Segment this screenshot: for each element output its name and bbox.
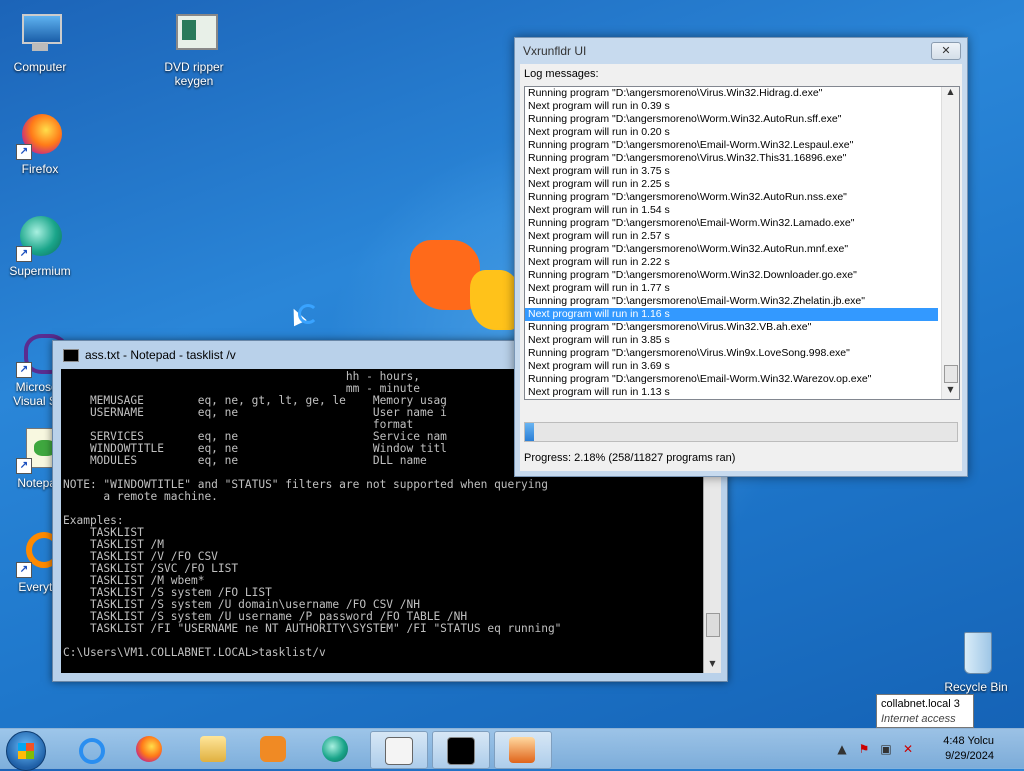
log-entry[interactable]: Running program "D:\angersmoreno\Email-W… — [525, 139, 938, 152]
clock[interactable]: 4:48 Yolcu 9/29/2024 — [943, 734, 994, 764]
desktop-icon-computer[interactable]: Computer — [2, 10, 78, 74]
log-entry[interactable]: Running program "D:\angersmoreno\Virus.W… — [525, 347, 938, 360]
taskbar-notepad[interactable] — [370, 731, 428, 769]
recycle-bin-icon — [952, 630, 1000, 678]
clock-time: 4:48 Yolcu — [943, 735, 994, 747]
console-line: TASKLIST /FI "USERNAME ne NT AUTHORITY\S… — [63, 622, 562, 635]
supermium-icon — [322, 736, 348, 762]
log-listbox[interactable]: Running program "D:\angersmoreno\Virus.W… — [524, 86, 960, 400]
log-entry[interactable]: Running program "D:\angersmoreno\Worm.Wi… — [525, 191, 938, 204]
log-entry[interactable]: Next program will run in 2.22 s — [525, 256, 938, 269]
taskbar-internet-explorer[interactable] — [62, 731, 118, 767]
console-line: C:\Users\VM1.COLLABNET.LOCAL>tasklist/v — [63, 646, 326, 659]
taskbar-file-explorer[interactable] — [186, 731, 242, 767]
vx-window-title: Vxrunfldr UI — [523, 44, 587, 58]
log-entry[interactable]: Running program "D:\angersmoreno\Worm.Wi… — [525, 243, 938, 256]
vxrunfldr-icon — [509, 737, 535, 763]
start-button[interactable] — [6, 731, 46, 771]
log-entry[interactable]: Running program "D:\angersmoreno\Worm.Wi… — [525, 113, 938, 126]
progress-fill — [525, 423, 535, 441]
network-tooltip: collabnet.local 3 Internet access — [876, 694, 974, 728]
taskbar-command-prompt[interactable] — [432, 731, 490, 769]
console-line: Examples: — [63, 514, 124, 527]
taskbar-supermium[interactable] — [308, 731, 364, 767]
console-icon — [447, 737, 475, 765]
firefox-icon: ↗ — [16, 112, 64, 160]
log-entry[interactable]: Next program will run in 2.25 s — [525, 178, 938, 191]
vxrunfldr-window[interactable]: Vxrunfldr UI ✕ Log messages: Running pro… — [514, 37, 968, 477]
desktop-icon-supermium[interactable]: ↗ Supermium — [2, 214, 78, 278]
tooltip-subtitle: Internet access — [881, 713, 956, 725]
tooltip-title: collabnet.local 3 — [881, 698, 960, 710]
log-vertical-scrollbar[interactable]: ▲ ▼ — [941, 87, 959, 399]
log-entry[interactable]: Next program will run in 1.13 s — [525, 386, 938, 399]
desktop-icon-dvd-ripper-keygen[interactable]: DVD ripper keygen — [156, 10, 232, 88]
firefox-icon — [136, 736, 162, 762]
log-entry[interactable]: Next program will run in 1.16 s — [525, 308, 938, 321]
log-entry[interactable]: Next program will run in 1.77 s — [525, 282, 938, 295]
taskbar-firefox[interactable] — [122, 731, 178, 767]
volume-muted-icon[interactable]: ✕ — [900, 741, 916, 757]
action-center-icon[interactable]: ⚑ — [856, 741, 872, 757]
console-line: a remote machine. — [63, 490, 218, 503]
desktop-icon-recycle-bin[interactable]: Recycle Bin — [938, 630, 1014, 694]
taskbar-media-player[interactable] — [246, 731, 302, 767]
internet-explorer-icon — [79, 738, 105, 764]
shortcut-arrow-icon: ↗ — [16, 458, 32, 474]
log-rows: Running program "D:\angersmoreno\Virus.W… — [525, 87, 959, 399]
log-entry[interactable]: Next program will run in 0.39 s — [525, 100, 938, 113]
shortcut-arrow-icon: ↗ — [16, 562, 32, 578]
scroll-down-icon[interactable]: ▼ — [704, 659, 721, 673]
scroll-thumb[interactable] — [944, 365, 958, 383]
log-label: Log messages: — [524, 68, 599, 80]
show-hidden-icons-icon[interactable]: ▲ — [834, 741, 850, 757]
shortcut-arrow-icon: ↗ — [16, 246, 32, 262]
log-entry[interactable]: Next program will run in 0.20 s — [525, 126, 938, 139]
network-icon[interactable]: ▣ — [878, 741, 894, 757]
log-entry[interactable]: Next program will run in 2.57 s — [525, 230, 938, 243]
scroll-thumb[interactable] — [706, 613, 720, 637]
computer-icon — [16, 10, 64, 58]
vx-title-bar[interactable]: Vxrunfldr UI — [515, 38, 967, 64]
log-entry[interactable]: Next program will run in 1.54 s — [525, 204, 938, 217]
progress-bar — [524, 422, 958, 442]
supermium-icon: ↗ — [16, 214, 64, 262]
vx-client-area: Log messages: Running program "D:\angers… — [520, 64, 962, 471]
log-entry[interactable]: Next program will run in 3.69 s — [525, 360, 938, 373]
log-entry[interactable]: Running program "D:\angersmoreno\Virus.W… — [525, 152, 938, 165]
taskbar-vxrunfldr[interactable] — [494, 731, 552, 769]
desktop-icon-firefox[interactable]: ↗ Firefox — [2, 112, 78, 176]
media-player-icon — [260, 736, 286, 762]
log-entry[interactable]: Next program will run in 3.75 s — [525, 165, 938, 178]
log-entry[interactable]: Running program "D:\angersmoreno\Virus.W… — [525, 87, 938, 100]
log-entry[interactable]: Running program "D:\angersmoreno\Email-W… — [525, 295, 938, 308]
busy-spinner-icon — [298, 304, 318, 324]
console-icon — [63, 348, 79, 362]
log-entry[interactable]: Running program "D:\angersmoreno\Virus.W… — [525, 321, 938, 334]
scroll-up-icon[interactable]: ▲ — [942, 87, 959, 101]
log-entry[interactable]: Running program "D:\angersmoreno\Worm.Wi… — [525, 269, 938, 282]
folder-icon — [200, 736, 226, 762]
clock-date: 9/29/2024 — [945, 750, 994, 762]
shortcut-arrow-icon: ↗ — [16, 144, 32, 160]
system-tray: ▲ ⚑ ▣ ✕ 4:48 Yolcu 9/29/2024 — [824, 729, 1024, 769]
shortcut-arrow-icon: ↗ — [16, 362, 32, 378]
close-button[interactable]: ✕ — [931, 42, 961, 60]
cmd-window-title: ass.txt - Notepad - tasklist /v — [85, 348, 236, 362]
notepad-icon — [385, 737, 413, 765]
log-entry[interactable]: Running program "D:\angersmoreno\Email-W… — [525, 373, 938, 386]
log-entry[interactable]: Running program "D:\angersmoreno\Email-W… — [525, 217, 938, 230]
application-icon — [170, 10, 218, 58]
taskbar: ▲ ⚑ ▣ ✕ 4:48 Yolcu 9/29/2024 — [0, 728, 1024, 771]
log-entry[interactable]: Next program will run in 3.85 s — [525, 334, 938, 347]
progress-text: Progress: 2.18% (258/11827 programs ran) — [524, 452, 736, 464]
windows-logo-yellow — [470, 270, 520, 330]
scroll-down-icon[interactable]: ▼ — [942, 385, 959, 399]
